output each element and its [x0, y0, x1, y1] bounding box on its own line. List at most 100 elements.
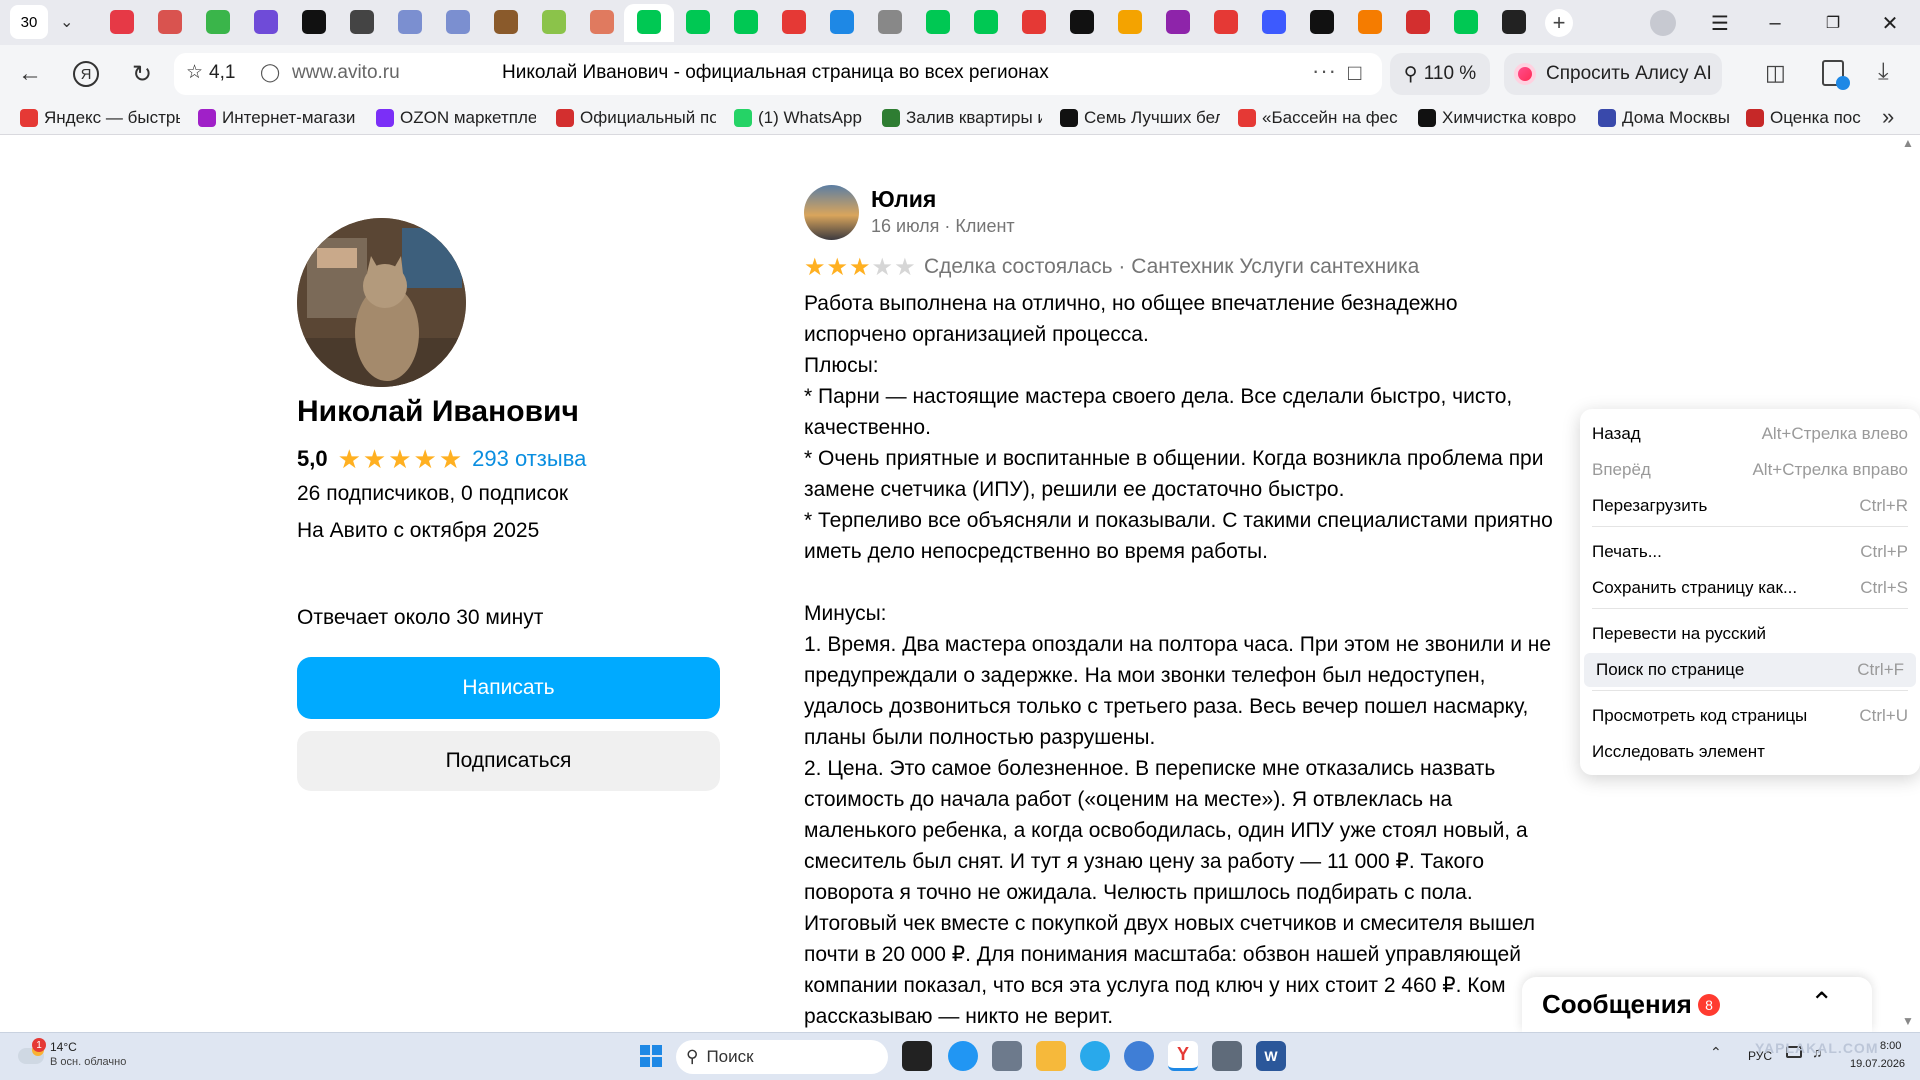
bookmark-item[interactable]: (1) WhatsApp — [734, 105, 874, 131]
windows-start-icon[interactable] — [636, 1041, 666, 1071]
tab-favicon-icon[interactable] — [1310, 10, 1334, 34]
write-button[interactable]: Написать — [297, 657, 720, 719]
star-icon: ★ — [388, 444, 412, 474]
tab-favicon-icon[interactable] — [782, 10, 806, 34]
telegram-icon[interactable] — [1080, 1041, 1110, 1071]
context-menu-item[interactable]: Печать... Ctrl+P — [1580, 535, 1920, 569]
reviewer-name[interactable]: Юлия — [871, 186, 936, 213]
bookmarks-more-icon[interactable]: » — [1882, 104, 1894, 130]
taskbar-search[interactable]: ⚲ Поиск — [676, 1040, 888, 1074]
messages-label[interactable]: Сообщения — [1542, 989, 1692, 1020]
tab-favicon-icon[interactable] — [590, 10, 614, 34]
bookmark-item[interactable]: Семь Лучших бел — [1060, 105, 1220, 131]
context-menu-item[interactable]: Назад Alt+Стрелка влево — [1580, 417, 1920, 451]
bookmark-item[interactable]: Дома Москвы — [1598, 105, 1734, 131]
tray-date[interactable]: 19.07.2026 — [1850, 1058, 1905, 1070]
calculator-icon[interactable] — [1212, 1041, 1242, 1071]
tab-favicon-icon[interactable] — [1022, 10, 1046, 34]
seller-avatar[interactable] — [297, 218, 466, 387]
site-rating[interactable]: ☆ 4,1 — [186, 61, 235, 84]
tab-favicon-icon[interactable] — [254, 10, 278, 34]
edge-icon[interactable] — [948, 1041, 978, 1071]
tab-favicon-icon[interactable] — [158, 10, 182, 34]
tab-favicon-icon[interactable] — [1358, 10, 1382, 34]
bookmark-item[interactable]: Залив квартиры и — [882, 105, 1042, 131]
word-icon[interactable]: W — [1256, 1041, 1286, 1071]
alice-button[interactable]: Спросить Алису AI — [1504, 53, 1722, 95]
tab-favicon-icon[interactable] — [302, 10, 326, 34]
task-view-icon[interactable] — [902, 1041, 932, 1071]
collections-icon[interactable]: ◫ — [1765, 60, 1786, 86]
shield-icon[interactable]: ◯ — [260, 62, 280, 83]
qbittorrent-icon[interactable] — [1124, 1041, 1154, 1071]
back-icon[interactable]: ← — [14, 58, 46, 90]
tab-favicon-icon[interactable] — [398, 10, 422, 34]
app-icon[interactable] — [992, 1041, 1022, 1071]
tray-time[interactable]: 8:00 — [1880, 1040, 1901, 1052]
tab-favicon-icon[interactable] — [974, 10, 998, 34]
tab-favicon-icon[interactable] — [637, 10, 661, 34]
context-menu-item[interactable]: Просмотреть код страницы Ctrl+U — [1580, 699, 1920, 733]
zoom-indicator[interactable]: ⚲ 110 % — [1390, 53, 1490, 95]
alice-icon — [1514, 63, 1536, 85]
scroll-down-icon[interactable]: ▼ — [1902, 1014, 1914, 1028]
tab-favicon-icon[interactable] — [1454, 10, 1478, 34]
profile-icon[interactable] — [1650, 10, 1676, 36]
tab-favicon-icon[interactable] — [1214, 10, 1238, 34]
bookmark-item[interactable]: Оценка пос — [1746, 105, 1864, 131]
tab-favicon-icon[interactable] — [830, 10, 854, 34]
star-filled-icon: ★ — [849, 254, 871, 281]
bookmark-item[interactable]: Официальный по — [556, 105, 716, 131]
context-menu-item[interactable]: Исследовать элемент — [1580, 735, 1920, 769]
tab-favicon-icon[interactable] — [446, 10, 470, 34]
tab-favicon-icon[interactable] — [1262, 10, 1286, 34]
bookmark-item[interactable]: Интернет-магази — [198, 105, 358, 131]
yandex-home-icon[interactable]: Я — [70, 58, 102, 90]
context-menu-item[interactable]: Перевести на русский — [1580, 617, 1920, 651]
tab-favicon-icon[interactable] — [878, 10, 902, 34]
tab-list-chevron-icon[interactable]: ⌄ — [60, 12, 73, 32]
tab-favicon-icon[interactable] — [1118, 10, 1142, 34]
more-dots-icon[interactable]: ··· — [1312, 58, 1337, 84]
reviewer-avatar[interactable] — [804, 185, 859, 240]
bookmark-item[interactable]: «Бассейн на фест — [1238, 105, 1398, 131]
context-menu-item[interactable]: Сохранить страницу как... Ctrl+S — [1580, 571, 1920, 605]
bookmark-item[interactable]: OZON маркетпле — [376, 105, 536, 131]
tray-chevron-icon[interactable]: ⌃ — [1710, 1044, 1722, 1061]
tab-favicon-icon[interactable] — [734, 10, 758, 34]
close-icon[interactable]: ✕ — [1875, 10, 1905, 36]
minimize-icon[interactable]: – — [1760, 10, 1790, 36]
context-menu-separator — [1592, 690, 1908, 691]
menu-icon[interactable]: ☰ — [1705, 10, 1735, 36]
tab-favicon-icon[interactable] — [1502, 10, 1526, 34]
tab-favicon-icon[interactable] — [1070, 10, 1094, 34]
tab-counter[interactable]: 30 — [10, 5, 48, 39]
subscribe-button[interactable]: Подписаться — [297, 731, 720, 791]
tab-favicon-icon[interactable] — [1166, 10, 1190, 34]
restore-icon[interactable]: ❐ — [1818, 10, 1848, 36]
tab-favicon-icon[interactable] — [110, 10, 134, 34]
scroll-up-icon[interactable]: ▲ — [1902, 136, 1914, 150]
tab-favicon-icon[interactable] — [542, 10, 566, 34]
tab-favicon-icon[interactable] — [494, 10, 518, 34]
weather-widget[interactable]: 1 14°C В осн. облачно — [16, 1038, 156, 1074]
tab-favicon-icon[interactable] — [206, 10, 230, 34]
bookmark-item[interactable]: Яндекс — быстры — [20, 105, 180, 131]
download-icon[interactable]: ⤓ — [1878, 58, 1889, 86]
tab-favicon-icon[interactable] — [926, 10, 950, 34]
context-menu-label: Перезагрузить — [1592, 496, 1708, 515]
context-menu-item[interactable]: Перезагрузить Ctrl+R — [1580, 489, 1920, 523]
url-domain[interactable]: www.avito.ru — [292, 62, 400, 84]
bookmark-icon[interactable]: □ — [1348, 60, 1361, 86]
reviews-link[interactable]: 293 отзыва — [472, 446, 586, 472]
context-menu-item[interactable]: Поиск по странице Ctrl+F — [1584, 653, 1916, 687]
bookmark-item[interactable]: Химчистка ковро — [1418, 105, 1578, 131]
folder-icon[interactable] — [1036, 1041, 1066, 1071]
new-tab-button[interactable]: + — [1545, 9, 1573, 37]
yandex-browser-icon[interactable]: Y — [1168, 1041, 1198, 1071]
chevron-up-icon[interactable]: ⌃ — [1810, 986, 1833, 1019]
tab-favicon-icon[interactable] — [350, 10, 374, 34]
tab-favicon-icon[interactable] — [686, 10, 710, 34]
reload-icon[interactable]: ↻ — [126, 58, 158, 90]
tab-favicon-icon[interactable] — [1406, 10, 1430, 34]
